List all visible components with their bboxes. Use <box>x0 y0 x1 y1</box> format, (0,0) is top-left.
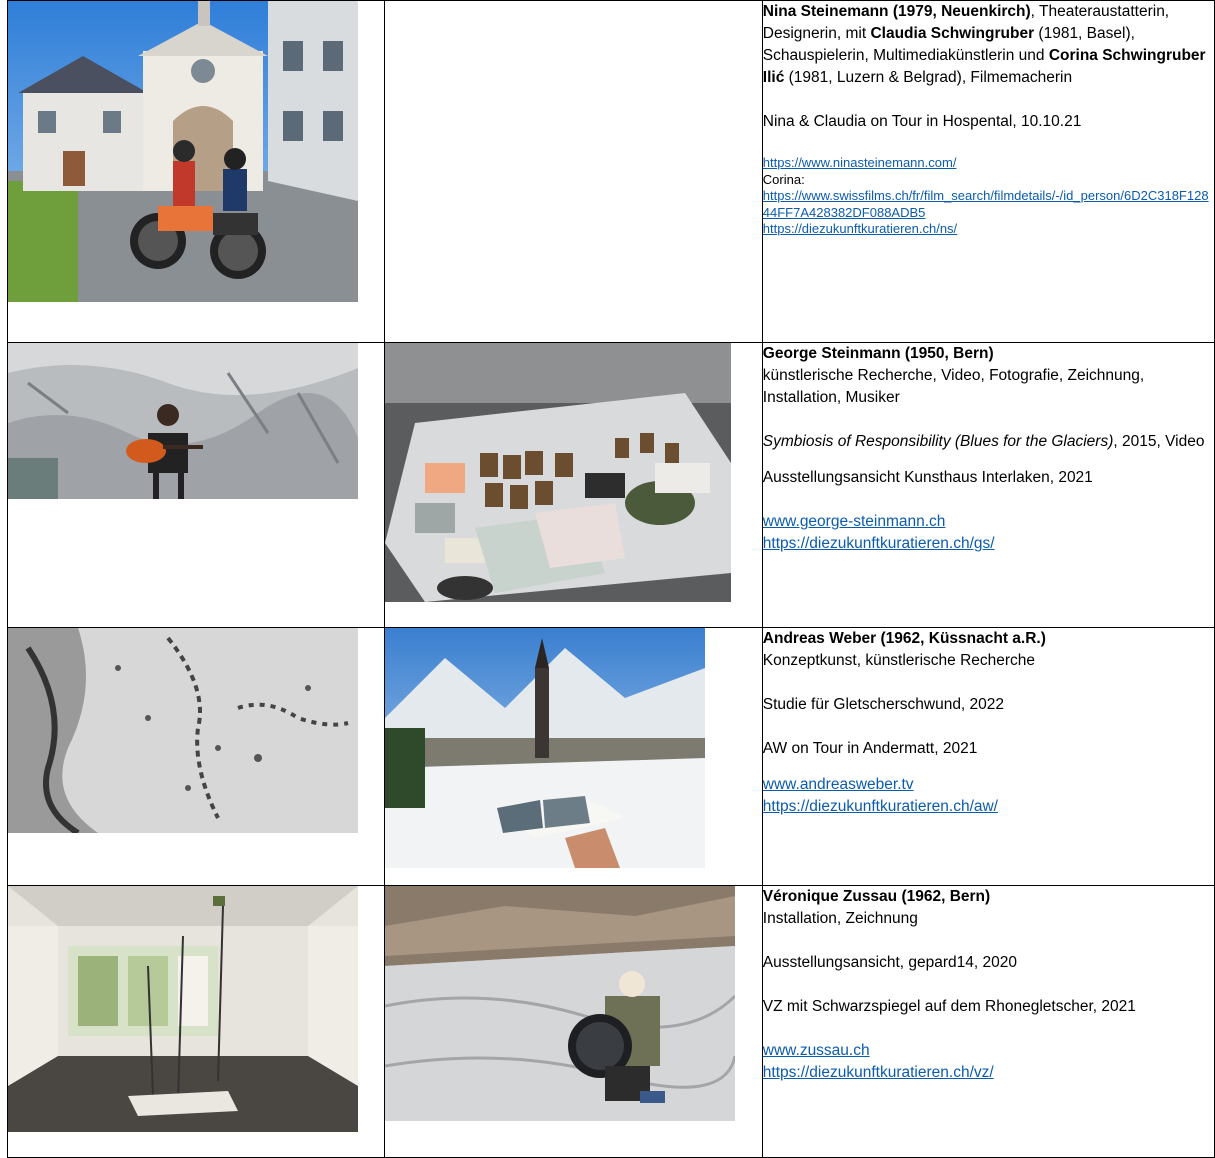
project-link[interactable]: https://diezukunftkuratieren.ch/aw/ <box>763 798 998 815</box>
photo-gallery-installation <box>8 886 358 1132</box>
partner-info: (1981, Luzern & Belgrad), Filmemacherin <box>784 69 1073 86</box>
artist-info-cell: George Steinmann (1950, Bern) künstleris… <box>761 342 1215 628</box>
photo-exhibition-table <box>384 343 731 602</box>
project-link[interactable]: https://diezukunftkuratieren.ch/ns/ <box>763 221 957 236</box>
work-description: Studie für Gletscherschwund, 2022 <box>762 696 1005 713</box>
artist-bio: Nina Steinemann (1979, Neuenkirch), Thea… <box>763 1 1214 89</box>
photo-hospental-chapel <box>8 1 358 302</box>
partner-name: Claudia Schwingruber <box>870 25 1035 42</box>
photo-caption: Ausstellungsansicht Kunsthaus Interlaken… <box>762 469 1093 486</box>
artist-roles: Konzeptkunst, künstlerische Recherche <box>762 652 1036 669</box>
artist-roles: künstlerische Recherche, Video, Fotograf… <box>762 367 1145 406</box>
image-cell <box>7 885 385 1158</box>
artist-name: Andreas Weber (1962, Küssnacht a.R.) <box>762 630 1046 647</box>
photo-caption: VZ mit Schwarzspiegel auf dem Rhoneglets… <box>762 998 1136 1015</box>
image-cell <box>7 342 385 628</box>
image-cell <box>7 0 385 343</box>
website-link[interactable]: www.george-steinmann.ch <box>763 513 946 530</box>
image-cell <box>7 627 385 886</box>
swissfilms-link[interactable]: https://www.swissfilms.ch/fr/film_search… <box>763 188 1209 220</box>
work-description: Symbiosis of Responsibility (Blues for t… <box>763 431 1214 453</box>
work-description: Ausstellungsansicht, gepard14, 2020 <box>762 954 1017 971</box>
empty-cell <box>383 0 763 343</box>
table-row: Andreas Weber (1962, Küssnacht a.R.) Kon… <box>7 627 1215 886</box>
artist-name: Nina Steinemann (1979, Neuenkirch) <box>762 3 1031 20</box>
artist-info-cell: Nina Steinemann (1979, Neuenkirch), Thea… <box>761 0 1215 343</box>
table-row: George Steinmann (1950, Bern) künstleris… <box>7 342 1215 628</box>
corina-label: Corina: <box>762 171 805 187</box>
photo-caption: AW on Tour in Andermatt, 2021 <box>762 740 978 757</box>
artist-name: Véronique Zussau (1962, Bern) <box>762 888 991 905</box>
table-row: Nina Steinemann (1979, Neuenkirch), Thea… <box>7 0 1215 343</box>
photo-guitar-glacier <box>8 343 358 499</box>
photo-glacier-study <box>8 628 358 833</box>
comma: , <box>1030 3 1035 20</box>
artist-info-cell: Andreas Weber (1962, Küssnacht a.R.) Kon… <box>761 627 1215 886</box>
artist-table: Nina Steinemann (1979, Neuenkirch), Thea… <box>7 0 1215 1158</box>
website-link[interactable]: https://www.ninasteinemann.com/ <box>763 155 957 170</box>
website-link[interactable]: www.zussau.ch <box>763 1042 870 1059</box>
artist-info-cell: Véronique Zussau (1962, Bern) Installati… <box>761 885 1215 1158</box>
work-title: Symbiosis of Responsibility (Blues for t… <box>762 433 1114 450</box>
work-info: , 2015, Video <box>1113 433 1205 450</box>
table-row: Véronique Zussau (1962, Bern) Installati… <box>7 885 1215 1158</box>
image-cell <box>383 627 763 886</box>
photo-rhone-glacier-mirror <box>384 886 735 1121</box>
photo-andermatt-book <box>384 628 705 868</box>
project-link[interactable]: https://diezukunftkuratieren.ch/gs/ <box>763 535 995 552</box>
artist-name: George Steinmann (1950, Bern) <box>762 345 994 362</box>
image-cell <box>383 885 763 1158</box>
image-cell <box>383 342 763 628</box>
photo-caption: Nina & Claudia on Tour in Hospental, 10.… <box>762 113 1082 130</box>
project-link[interactable]: https://diezukunftkuratieren.ch/vz/ <box>763 1064 994 1081</box>
website-link[interactable]: www.andreasweber.tv <box>763 776 914 793</box>
artist-roles: Installation, Zeichnung <box>762 910 918 927</box>
